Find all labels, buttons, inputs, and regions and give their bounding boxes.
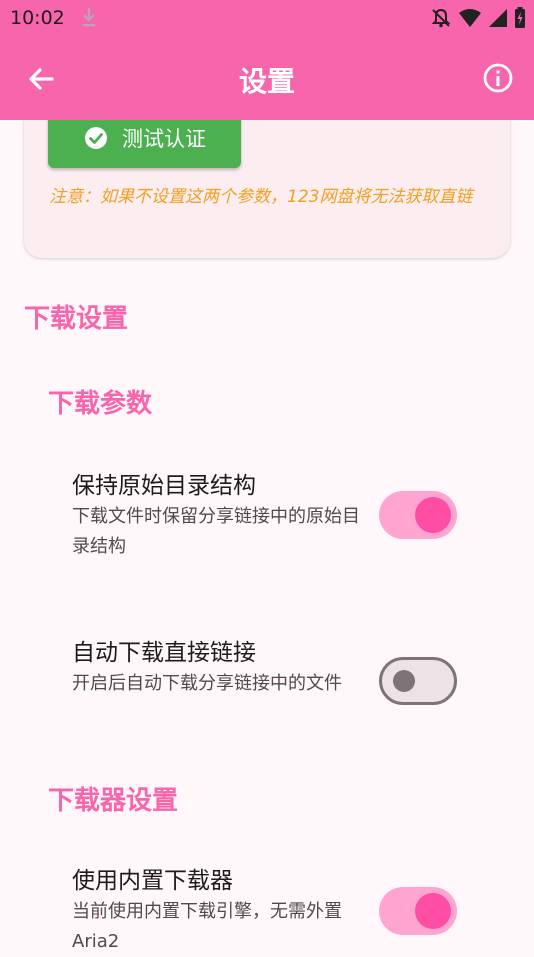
download-icon [80, 6, 98, 32]
toggle-thumb [415, 497, 451, 533]
setting-description: 当前使用内置下载引擎，无需外置Aria2 [72, 901, 342, 952]
auto-download-toggle[interactable] [379, 657, 457, 705]
keep-structure-toggle[interactable] [379, 491, 457, 539]
info-icon [483, 63, 513, 93]
subsection-title-downloader: 下载器设置 [48, 786, 179, 816]
setting-description: 下载文件时保留分享链接中的原始目录结构 [72, 506, 360, 557]
subsection-title-params: 下载参数 [48, 389, 153, 419]
toggle-thumb [393, 670, 415, 692]
bell-off-icon [430, 7, 452, 33]
wifi-icon [458, 8, 482, 32]
builtin-downloader-toggle[interactable] [379, 887, 457, 935]
setting-keep-structure: 保持原始目录结构 下载文件时保留分享链接中的原始目录结构 [72, 471, 372, 562]
status-time: 10:02 [10, 7, 65, 29]
status-icons [430, 7, 526, 33]
back-button[interactable] [24, 62, 58, 96]
test-auth-label: 测试认证 [122, 127, 206, 151]
page-title: 设置 [238, 65, 295, 98]
signal-icon [488, 8, 508, 32]
auth-note: 注意：如果不设置这两个参数，123网盘将无法获取直链 [49, 187, 473, 207]
setting-title: 保持原始目录结构 [72, 473, 256, 499]
setting-title: 使用内置下载器 [72, 868, 233, 894]
info-button[interactable] [482, 62, 514, 94]
app-bar: 设置 [0, 36, 534, 120]
section-title-download: 下载设置 [24, 304, 129, 334]
setting-builtin-downloader: 使用内置下载器 当前使用内置下载引擎，无需外置Aria2 [72, 866, 372, 957]
setting-auto-download: 自动下载直接链接 开启后自动下载分享链接中的文件 [72, 638, 372, 699]
setting-description: 开启后自动下载分享链接中的文件 [72, 673, 342, 694]
toggle-thumb [415, 893, 451, 929]
arrow-left-icon [29, 68, 54, 90]
setting-title: 自动下载直接链接 [72, 640, 256, 666]
battery-charging-icon [514, 7, 526, 33]
check-circle-icon [84, 126, 108, 150]
status-bar: 10:02 [0, 0, 534, 36]
